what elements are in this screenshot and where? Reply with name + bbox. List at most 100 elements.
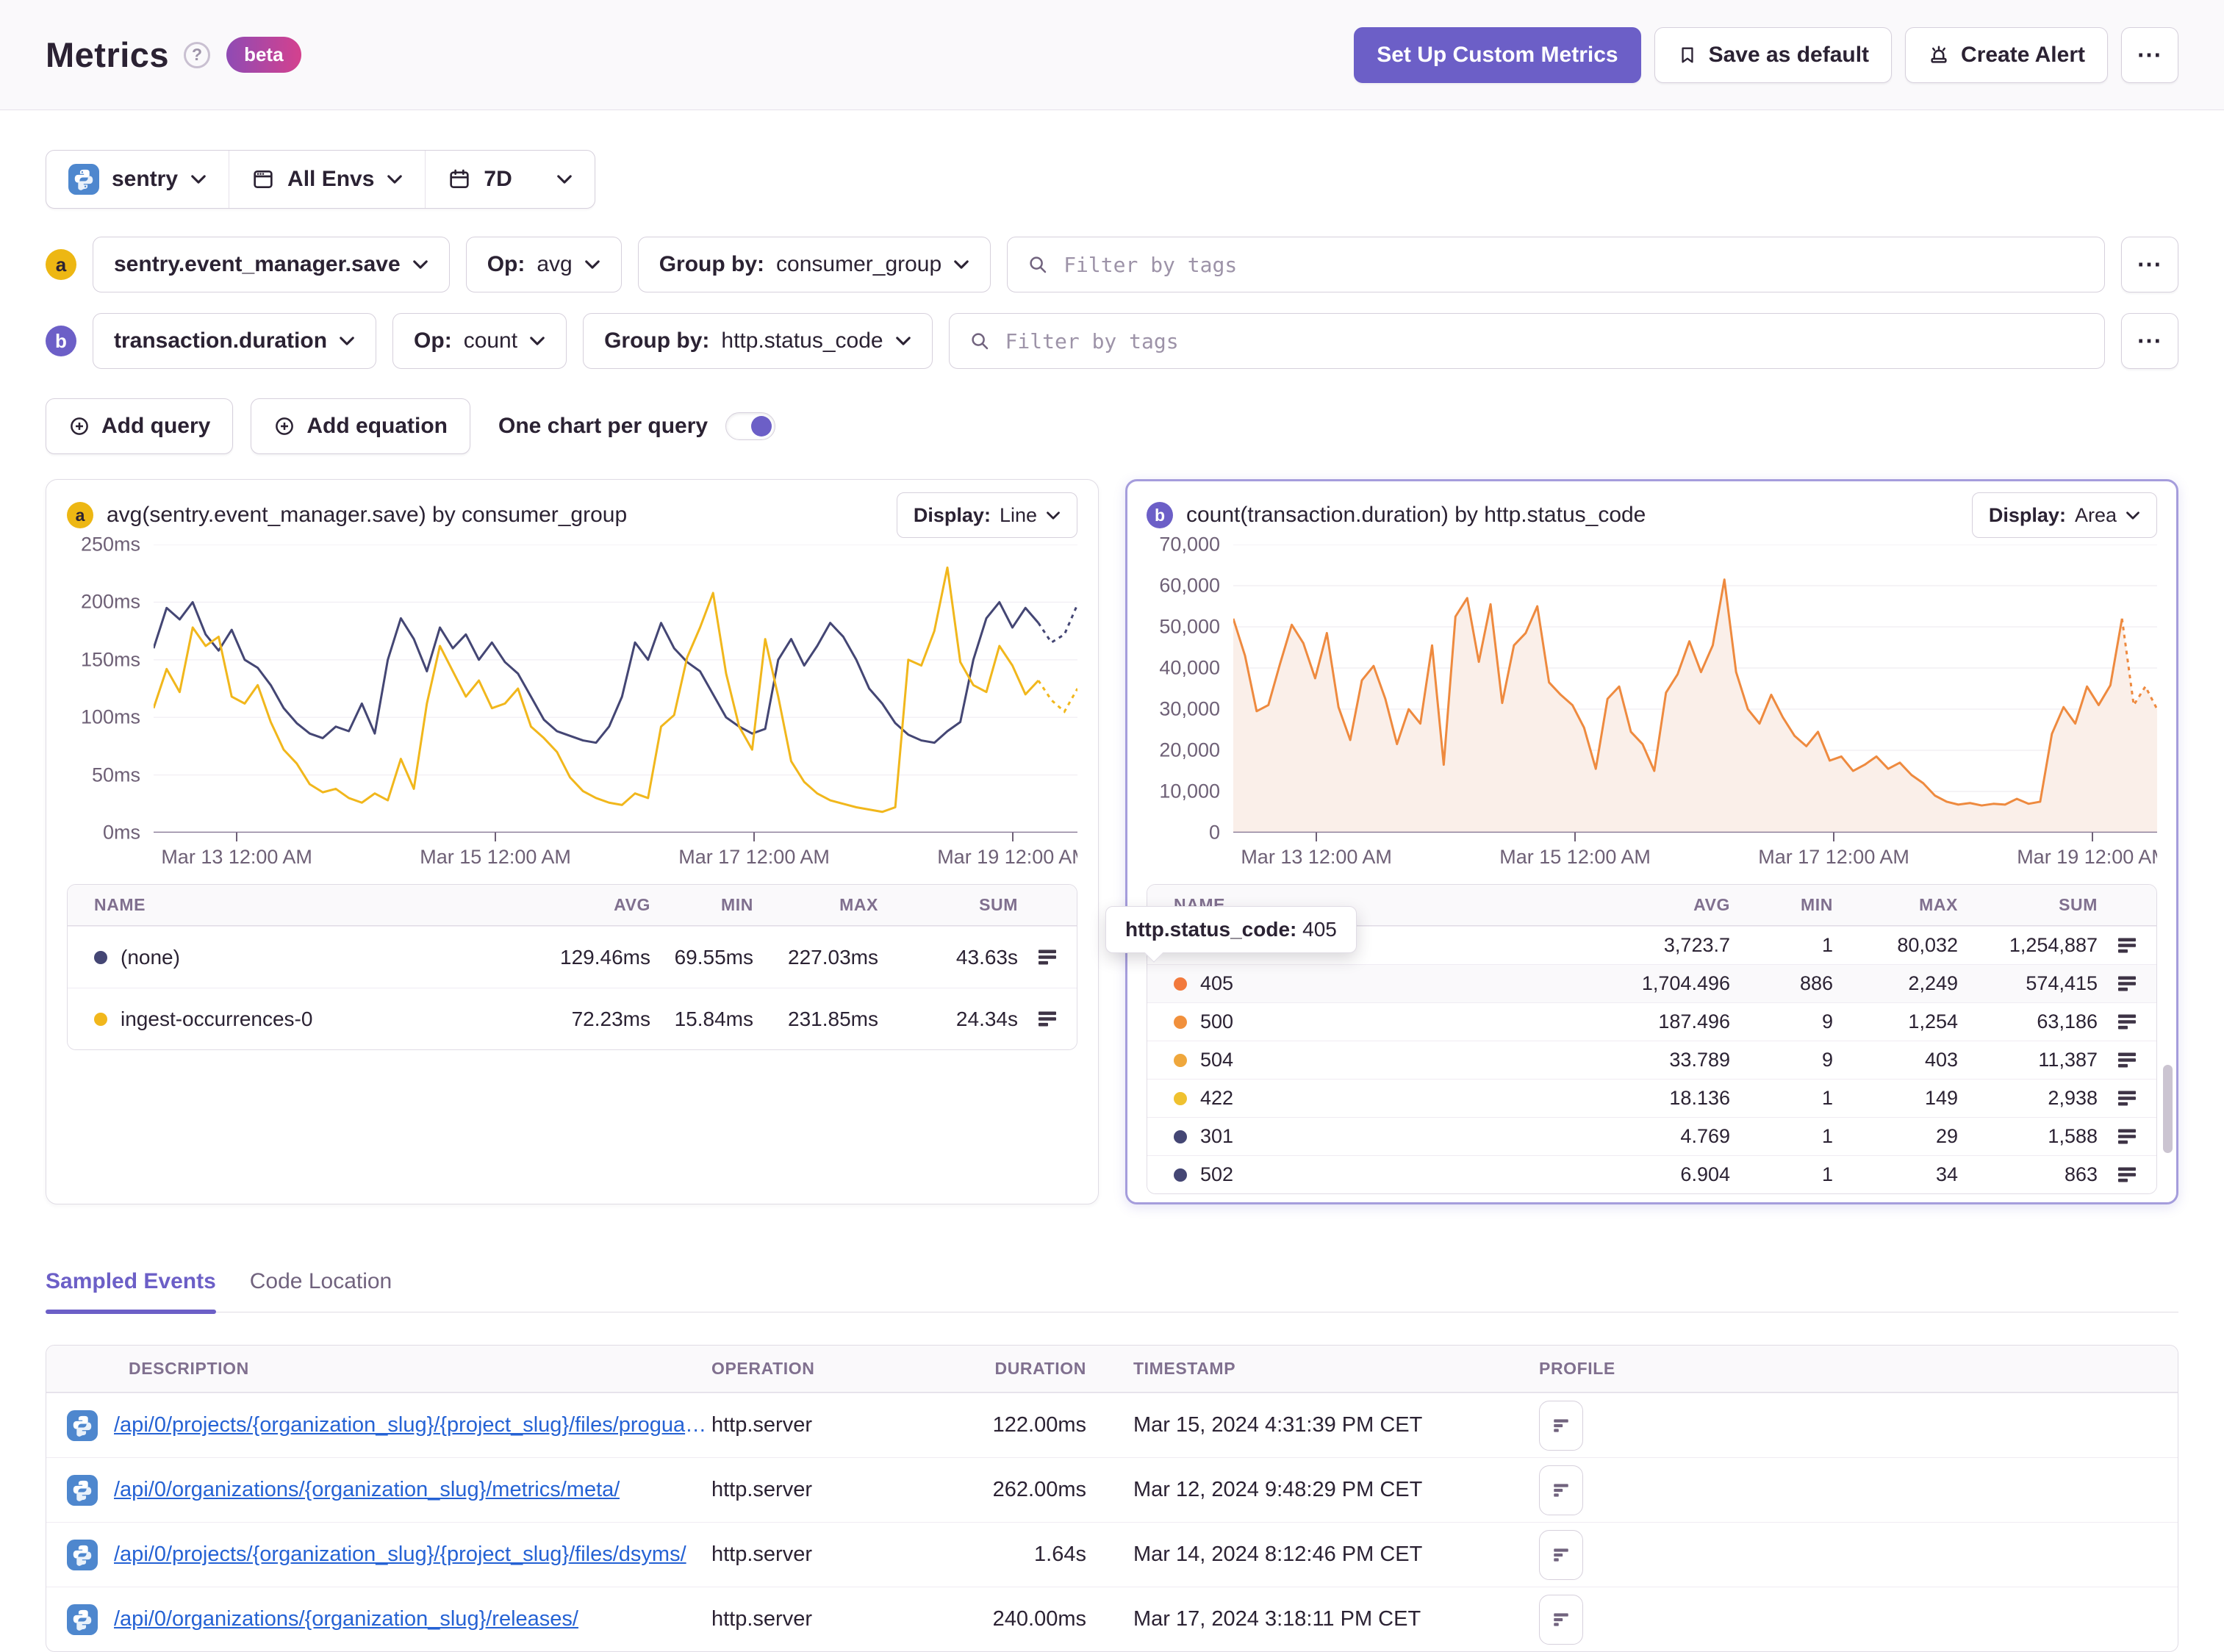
y-tick-label: 40,000 (1159, 656, 1220, 679)
groupby-selector-a[interactable]: Group by: consumer_group (637, 237, 991, 292)
tab-sampled-events[interactable]: Sampled Events (46, 1269, 216, 1314)
ellipsis-icon: ⋯ (2137, 327, 2163, 355)
event-timestamp: Mar 12, 2024 9:48:29 PM CET (1133, 1478, 1423, 1501)
chart-panel-b[interactable]: b count(transaction.duration) by http.st… (1105, 479, 2178, 1204)
chevron-down-icon (584, 259, 600, 270)
x-tick (2092, 833, 2093, 841)
events-table-header: DESCRIPTION OPERATION DURATION TIMESTAMP… (46, 1346, 2178, 1393)
query-badge-a: a (67, 502, 93, 528)
row-options-icon[interactable] (2098, 937, 2156, 955)
summary-row[interactable]: 502 6.904 1 34 863 (1147, 1155, 2156, 1193)
flamegraph-icon (1552, 1481, 1571, 1500)
series-color-dot (1174, 977, 1187, 991)
chevron-down-icon (387, 174, 403, 184)
metric-selector-b[interactable]: transaction.duration (93, 313, 377, 369)
summary-table-scrollbar[interactable] (2163, 1065, 2173, 1153)
environment-icon (251, 168, 275, 191)
row-options-icon[interactable] (2098, 975, 2156, 993)
environment-selector[interactable]: All Envs (229, 151, 425, 208)
page-header: Metrics ? beta Set Up Custom Metrics Sav… (0, 0, 2224, 110)
event-description-link[interactable]: /api/0/projects/{organization_slug}/{pro… (114, 1413, 711, 1437)
summary-row[interactable]: 504 33.789 9 403 11,387 (1147, 1041, 2156, 1079)
summary-row[interactable]: (none) 129.46ms 69.55ms 227.03ms 43.63s (68, 926, 1077, 988)
row-options-icon[interactable] (2098, 1128, 2156, 1146)
save-as-default-button[interactable]: Save as default (1654, 26, 1893, 83)
search-icon (1027, 254, 1049, 276)
row-options-icon[interactable] (2098, 1013, 2156, 1031)
project-selector[interactable]: sentry (46, 151, 229, 208)
chevron-down-icon (1046, 511, 1061, 520)
profile-button[interactable] (1539, 1594, 1583, 1645)
date-range-selector[interactable]: 7D (425, 151, 594, 208)
chevron-down-icon (953, 259, 969, 270)
summary-row[interactable]: 405 1,704.496 886 2,249 574,415 (1147, 964, 2156, 1002)
python-project-icon (68, 164, 99, 195)
y-tick-label: 60,000 (1159, 574, 1220, 597)
row-options-icon[interactable] (2098, 1166, 2156, 1184)
x-tick (236, 833, 238, 841)
summary-row[interactable]: 500 187.496 9 1,254 63,186 (1147, 1002, 2156, 1041)
chevron-down-icon (412, 259, 428, 270)
metric-selector-a[interactable]: sentry.event_manager.save (93, 237, 450, 292)
summary-row[interactable]: 301 4.769 1 29 1,588 (1147, 1117, 2156, 1155)
event-description-link[interactable]: /api/0/organizations/{organization_slug}… (114, 1607, 578, 1631)
x-tick (495, 833, 497, 841)
row-options-icon[interactable] (2098, 1052, 2156, 1069)
area-chart-plot[interactable] (1233, 545, 2157, 833)
x-tick (1012, 833, 1014, 841)
event-operation: http.server (711, 1607, 812, 1631)
query-badge-b: b (1147, 502, 1173, 528)
event-description-link[interactable]: /api/0/organizations/{organization_slug}… (114, 1478, 620, 1502)
row-options-icon[interactable] (2098, 1090, 2156, 1107)
event-row: /api/0/organizations/{organization_slug}… (46, 1457, 2178, 1522)
query-badge-a: a (46, 249, 76, 280)
create-alert-button[interactable]: Create Alert (1905, 26, 2108, 83)
query-a-more-button[interactable]: ⋯ (2121, 237, 2178, 292)
chart-panel-a[interactable]: a avg(sentry.event_manager.save) by cons… (46, 479, 1099, 1204)
help-icon[interactable]: ? (184, 41, 211, 68)
event-duration: 240.00ms (992, 1607, 1086, 1631)
add-query-button[interactable]: Add query (46, 398, 234, 454)
series-color-dot (94, 950, 107, 964)
event-description-link[interactable]: /api/0/projects/{organization_slug}/{pro… (114, 1543, 686, 1567)
y-tick-label: 70,000 (1159, 533, 1220, 556)
event-row: /api/0/projects/{organization_slug}/{pro… (46, 1522, 2178, 1587)
chevron-down-icon (339, 336, 355, 346)
chart-panel-a-header: a avg(sentry.event_manager.save) by cons… (67, 492, 1077, 538)
search-icon (969, 330, 991, 352)
plus-circle-icon (68, 415, 90, 437)
tag-filter-input-a[interactable] (1062, 251, 2085, 278)
profile-button[interactable] (1539, 1400, 1583, 1451)
summary-row[interactable]: ingest-occurrences-0 72.23ms 15.84ms 231.85… (68, 988, 1077, 1049)
header-more-button[interactable]: ⋯ (2121, 26, 2178, 83)
tag-filter-input-b[interactable] (1003, 328, 2085, 354)
beta-badge: beta (226, 37, 301, 73)
one-chart-per-query-label: One chart per query (498, 414, 709, 438)
chevron-down-icon (895, 336, 911, 346)
line-chart-plot[interactable] (154, 545, 1077, 833)
add-equation-button[interactable]: Add equation (251, 398, 471, 454)
row-options-icon[interactable] (1018, 949, 1077, 966)
page-title: Metrics (46, 35, 170, 74)
row-options-icon[interactable] (1018, 1010, 1077, 1028)
query-b-more-button[interactable]: ⋯ (2121, 313, 2178, 369)
x-tick (753, 833, 756, 841)
x-tick-label: Mar 17 12:00 AM (1758, 846, 1909, 868)
one-chart-per-query-toggle[interactable] (725, 412, 776, 440)
display-type-selector[interactable]: Display: Area (1971, 492, 2157, 538)
profile-button[interactable] (1539, 1465, 1583, 1515)
groupby-selector-b[interactable]: Group by: http.status_code (583, 313, 933, 369)
event-duration: 122.00ms (992, 1413, 1086, 1437)
calendar-icon (448, 168, 471, 191)
setup-custom-metrics-button[interactable]: Set Up Custom Metrics (1354, 26, 1641, 83)
y-axis-labels: 0 10,000 20,000 30,000 40,000 50,000 60,000 70,… (1147, 534, 1233, 844)
tab-code-location[interactable]: Code Location (250, 1269, 392, 1312)
summary-row[interactable]: 422 18.136 1 149 2,938 (1147, 1079, 2156, 1117)
sampled-events-table: DESCRIPTION OPERATION DURATION TIMESTAMP… (46, 1345, 2178, 1652)
profile-button[interactable] (1539, 1529, 1583, 1580)
op-selector-b[interactable]: Op: count (392, 313, 567, 369)
y-tick-label: 30,000 (1159, 697, 1220, 720)
op-selector-a[interactable]: Op: avg (465, 237, 622, 292)
display-type-selector[interactable]: Display: Line (896, 492, 1077, 538)
y-tick-label: 150ms (80, 648, 140, 671)
